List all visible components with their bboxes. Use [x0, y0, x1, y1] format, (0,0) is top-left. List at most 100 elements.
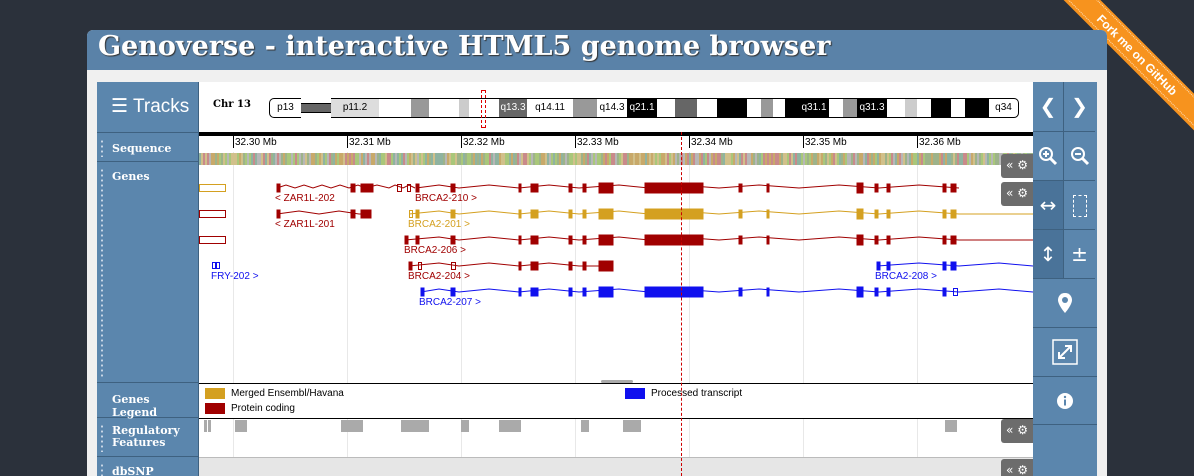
- karyo-band[interactable]: q34: [989, 98, 1019, 118]
- regulatory-feature[interactable]: [581, 420, 589, 432]
- regulatory-feature[interactable]: [945, 420, 957, 432]
- karyo-band[interactable]: [301, 103, 331, 113]
- track-label-sequence[interactable]: Sequence: [97, 133, 198, 162]
- karyo-band[interactable]: [843, 98, 857, 118]
- regulatory-feature[interactable]: [499, 420, 521, 432]
- transcript-label[interactable]: BRCA2-206 >: [404, 245, 466, 256]
- transcript-label[interactable]: < ZAR1L-202: [275, 193, 335, 204]
- karyo-band[interactable]: [573, 98, 597, 118]
- drag-mode-button[interactable]: ↔: [1033, 181, 1064, 230]
- karyo-band[interactable]: q13.3: [499, 98, 527, 118]
- transcript-label[interactable]: BRCA2-201 >: [408, 219, 470, 230]
- control-panel: ❮ ❯ ↔ ↕ ±: [1033, 82, 1097, 476]
- regulatory-feature[interactable]: [401, 420, 429, 432]
- karyo-band[interactable]: p13: [269, 98, 301, 118]
- browser-main[interactable]: Chr 13 p13 p11.2 q13.3 q14.11 q14.3 q21.…: [199, 82, 1033, 476]
- karyo-band[interactable]: [459, 98, 469, 118]
- transcript-zar1l-202[interactable]: [199, 183, 416, 193]
- transcript-brca2-210[interactable]: [415, 182, 960, 194]
- fullscreen-button[interactable]: [1033, 328, 1097, 377]
- location-button[interactable]: [1033, 279, 1097, 328]
- drag-handle-icon[interactable]: [100, 463, 104, 476]
- karyo-band[interactable]: [761, 98, 773, 118]
- select-mode-button[interactable]: [1064, 181, 1095, 230]
- karyo-band[interactable]: q14.3: [597, 98, 627, 118]
- karyo-band[interactable]: [829, 98, 843, 118]
- scale-ruler[interactable]: 32.30 Mb 32.31 Mb 32.32 Mb 32.33 Mb 32.3…: [199, 132, 1033, 152]
- gear-icon[interactable]: ⚙: [1017, 423, 1028, 437]
- centromere[interactable]: [379, 98, 391, 118]
- karyo-band[interactable]: [965, 98, 989, 118]
- collapse-icon[interactable]: «: [1006, 423, 1013, 437]
- karyo-band[interactable]: [951, 98, 965, 118]
- karyo-band[interactable]: [411, 98, 429, 118]
- karyo-band[interactable]: [931, 98, 951, 118]
- karyo-band[interactable]: [887, 98, 905, 118]
- select-region-icon: [1073, 195, 1087, 217]
- regulatory-feature[interactable]: [341, 420, 363, 432]
- regulatory-feature[interactable]: [461, 420, 469, 432]
- karyo-band[interactable]: [697, 98, 717, 118]
- wheel-zoom-button[interactable]: ±: [1064, 230, 1095, 279]
- transcript-fry-202[interactable]: [212, 262, 220, 269]
- track-control-dbsnp[interactable]: « ⚙: [1001, 459, 1033, 476]
- regulatory-feature[interactable]: [204, 420, 207, 432]
- sequence-track[interactable]: [199, 153, 1033, 165]
- drag-handle-icon[interactable]: [100, 139, 104, 157]
- gear-icon[interactable]: ⚙: [1017, 186, 1028, 200]
- collapse-icon[interactable]: «: [1006, 463, 1013, 476]
- regulatory-feature[interactable]: [235, 420, 247, 432]
- transcript-label[interactable]: < ZAR1L-201: [275, 219, 335, 230]
- karyo-band[interactable]: p11.2: [331, 98, 379, 118]
- dbsnp-track[interactable]: [199, 457, 1033, 476]
- zoom-in-button[interactable]: [1033, 132, 1064, 181]
- karyo-band[interactable]: [917, 98, 931, 118]
- info-button[interactable]: [1033, 377, 1097, 425]
- track-control-regulatory[interactable]: « ⚙: [1001, 419, 1033, 443]
- karyo-band[interactable]: [391, 98, 411, 118]
- transcript-brca2-204[interactable]: [408, 260, 614, 272]
- transcript-brca2-208[interactable]: [876, 261, 1033, 271]
- zoom-out-button[interactable]: [1064, 132, 1095, 181]
- transcript-brca2-201[interactable]: [408, 208, 1033, 220]
- collapse-icon[interactable]: «: [1006, 186, 1013, 200]
- transcript-label[interactable]: BRCA2-208 >: [875, 271, 937, 282]
- karyo-band[interactable]: [905, 98, 917, 118]
- drag-handle-icon[interactable]: [100, 168, 104, 378]
- transcript-brca2-207[interactable]: [420, 286, 1033, 298]
- karyo-band[interactable]: q14.11: [527, 98, 573, 118]
- karyo-band[interactable]: [429, 98, 459, 118]
- karyo-band[interactable]: [747, 98, 761, 118]
- transcript-label[interactable]: BRCA2-210 >: [415, 193, 477, 204]
- track-label-genes-legend[interactable]: Genes Legend: [97, 383, 198, 419]
- karyo-band[interactable]: [657, 98, 675, 118]
- transcript-label[interactable]: FRY-202 >: [211, 271, 259, 282]
- wheel-scroll-button[interactable]: ↕: [1033, 230, 1064, 279]
- karyotype-ideogram[interactable]: Chr 13 p13 p11.2 q13.3 q14.11 q14.3 q21.…: [199, 82, 1033, 133]
- karyo-band[interactable]: q31.3: [857, 98, 887, 118]
- track-label-genes[interactable]: Genes: [97, 162, 198, 383]
- karyo-band[interactable]: [773, 98, 785, 118]
- resize-vertical-icon: ↕: [1039, 242, 1057, 266]
- legend-item-processed: Processed transcript: [625, 388, 742, 399]
- transcript-zar1l-201[interactable]: [199, 209, 372, 219]
- scroll-left-button[interactable]: ❮: [1033, 82, 1064, 132]
- karyotype-selection-marker[interactable]: [481, 90, 486, 128]
- track-control-genes[interactable]: « ⚙: [1001, 182, 1033, 206]
- tracks-menu-button[interactable]: ☰ Tracks: [97, 82, 198, 133]
- regulatory-feature[interactable]: [623, 420, 641, 432]
- karyo-band[interactable]: q31.1: [799, 98, 829, 118]
- scroll-right-button[interactable]: ❯: [1064, 82, 1095, 132]
- regulatory-feature[interactable]: [208, 420, 211, 432]
- karyo-band[interactable]: q21.1: [627, 98, 657, 118]
- karyo-band[interactable]: [785, 98, 799, 118]
- karyo-band[interactable]: [675, 98, 697, 118]
- track-label-dbsnp[interactable]: dbSNP: [97, 457, 198, 476]
- drag-handle-icon[interactable]: [100, 424, 104, 452]
- transcript-label[interactable]: BRCA2-204 >: [408, 271, 470, 282]
- karyo-band[interactable]: [717, 98, 747, 118]
- track-label-regulatory-features[interactable]: Regulatory Features: [97, 418, 198, 457]
- transcript-label[interactable]: BRCA2-207 >: [419, 297, 481, 308]
- gear-icon[interactable]: ⚙: [1017, 463, 1028, 476]
- transcript-brca2-206[interactable]: [199, 234, 1034, 246]
